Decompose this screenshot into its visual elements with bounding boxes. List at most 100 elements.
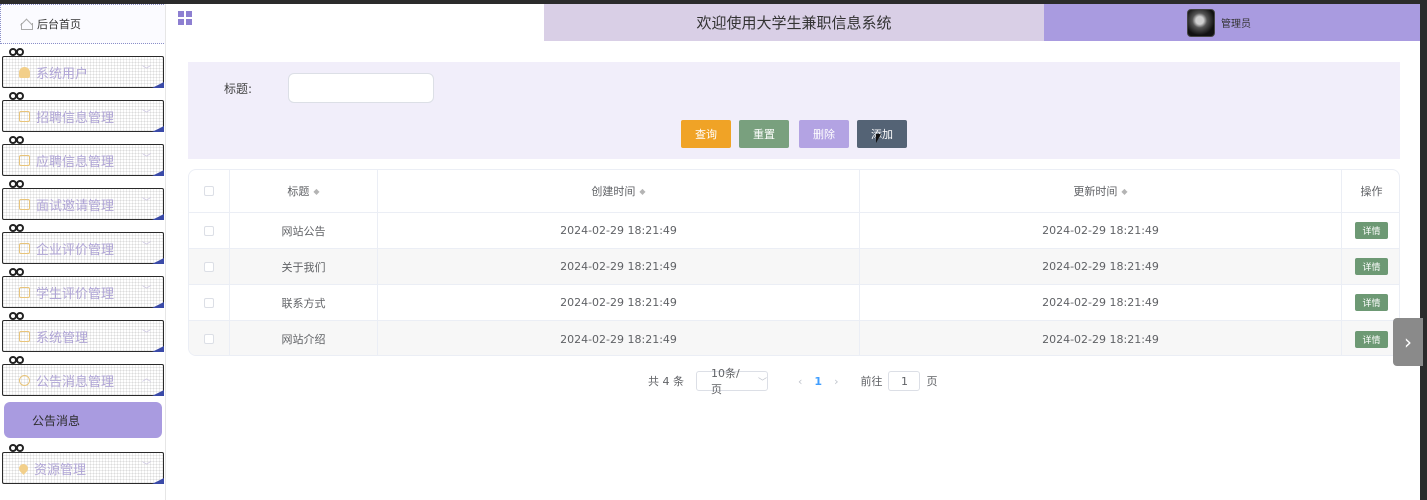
- table-row: 网站公告 2024-02-29 18:21:49 2024-02-29 18:2…: [189, 213, 1399, 249]
- avatar: [1187, 8, 1215, 37]
- query-button[interactable]: 查询: [681, 120, 731, 148]
- sidebar-item-system-users[interactable]: 系统用户 ﹀: [0, 48, 165, 92]
- sidebar-item-student-reviews[interactable]: 学生评价管理 ﹀: [0, 268, 165, 312]
- column-header-label: 更新时间: [1073, 185, 1118, 198]
- sidebar-item-recruitment[interactable]: 招聘信息管理 ﹀: [0, 92, 165, 136]
- chevron-down-icon: ﹀: [141, 242, 151, 252]
- select-all-checkbox[interactable]: [204, 186, 214, 196]
- search-panel: 标题: 查询 重置 删除 添加: [188, 62, 1400, 159]
- cell-updated: 2024-02-29 18:21:49: [860, 285, 1342, 320]
- column-header-actions: 操作: [1360, 185, 1383, 198]
- document-icon: [19, 154, 30, 166]
- table-row: 联系方式 2024-02-29 18:21:49 2024-02-29 18:2…: [189, 285, 1399, 321]
- sidebar-item-label: 公告消息管理: [36, 374, 115, 390]
- sort-icon: ◆: [639, 186, 646, 196]
- row-checkbox[interactable]: [204, 334, 214, 344]
- sidebar-item-announcements[interactable]: 公告消息管理 ︿: [0, 356, 165, 400]
- table-header-row: 标题 ◆ 创建时间 ◆ 更新时间 ◆ 操作: [189, 170, 1399, 213]
- menu-toggle-button[interactable]: [167, 4, 544, 41]
- chevron-down-icon: ﹀: [141, 330, 151, 340]
- sidebar-item-applications[interactable]: 应聘信息管理 ﹀: [0, 136, 165, 180]
- reset-button[interactable]: 重置: [739, 120, 789, 148]
- chevron-up-icon: ︿: [141, 374, 151, 384]
- sidebar-item-company-reviews[interactable]: 企业评价管理 ﹀: [0, 224, 165, 268]
- pagination: 共 4 条 10条/页 ﹀ ‹ 1 › 前往 1 页: [648, 367, 938, 396]
- grid-icon: [178, 11, 184, 17]
- row-checkbox[interactable]: [204, 297, 214, 308]
- table-row: 网站介绍 2024-02-29 18:21:49 2024-02-29 18:2…: [189, 321, 1399, 355]
- title-search-label: 标题:: [224, 82, 253, 96]
- grid-icon-cell: [186, 11, 192, 17]
- document-icon: [19, 286, 30, 298]
- sidebar-item-label: 企业评价管理: [36, 242, 115, 258]
- grid-icon-cell: [186, 19, 192, 25]
- cell-created: 2024-02-29 18:21:49: [378, 213, 860, 248]
- location-icon: [17, 461, 30, 475]
- sidebar-item-resources[interactable]: 资源管理 ﹀: [0, 444, 165, 488]
- detail-button[interactable]: 详情: [1355, 294, 1388, 311]
- next-page-button[interactable]: ›: [834, 375, 838, 388]
- page-unit-label: 页: [926, 375, 938, 388]
- row-checkbox[interactable]: [204, 261, 214, 272]
- column-header-title[interactable]: 标题 ◆: [230, 170, 378, 212]
- chevron-down-icon: ﹀: [141, 462, 151, 472]
- sort-icon: ◆: [1121, 186, 1128, 196]
- pagination-total: 共 4 条: [648, 375, 684, 388]
- delete-button[interactable]: 删除: [799, 120, 849, 148]
- document-icon: [19, 110, 30, 122]
- sidebar-item-system-management[interactable]: 系统管理 ﹀: [0, 312, 165, 356]
- sidebar-item-label: 招聘信息管理: [36, 110, 115, 126]
- announcement-table: 标题 ◆ 创建时间 ◆ 更新时间 ◆ 操作 网站公告 2024-02-29 18:21…: [188, 169, 1400, 356]
- checklist-icon: [19, 330, 30, 342]
- sidebar-home-label: 后台首页: [37, 18, 81, 31]
- column-header-label: 创建时间: [591, 185, 636, 198]
- sort-icon: ◆: [313, 186, 320, 196]
- chevron-down-icon: ﹀: [141, 154, 151, 164]
- sidebar-item-label: 应聘信息管理: [36, 154, 115, 170]
- sidebar-subitem-announcement-messages[interactable]: 公告消息: [4, 402, 162, 438]
- sidebar-item-label: 学生评价管理: [36, 286, 115, 302]
- page-number-current[interactable]: 1: [814, 375, 822, 388]
- cell-updated: 2024-02-29 18:21:49: [860, 321, 1342, 355]
- chevron-right-icon[interactable]: ›: [1393, 318, 1423, 366]
- table-row: 关于我们 2024-02-29 18:21:49 2024-02-29 18:2…: [189, 249, 1399, 285]
- home-icon: [21, 19, 33, 30]
- row-checkbox[interactable]: [204, 225, 214, 236]
- detail-button[interactable]: 详情: [1355, 222, 1388, 239]
- sidebar-item-interviews[interactable]: 面试邀请管理 ﹀: [0, 180, 165, 224]
- goto-page-input[interactable]: 1: [888, 371, 921, 391]
- cell-created: 2024-02-29 18:21:49: [378, 285, 860, 320]
- mouse-cursor-icon: [876, 134, 881, 143]
- column-header-updated[interactable]: 更新时间 ◆: [860, 170, 1342, 212]
- column-header-label: 标题: [287, 185, 310, 198]
- username: 管理员: [1221, 19, 1251, 30]
- cell-title: 网站公告: [230, 213, 378, 248]
- sidebar-subitem-label: 公告消息: [32, 413, 81, 428]
- app-window: 后台首页 系统用户 ﹀ 招聘信息管理 ﹀ 应聘信息管理 ﹀ 面试邀请管理 ﹀ 企业评价管…: [0, 4, 1423, 500]
- chevron-down-icon: ﹀: [757, 377, 767, 388]
- goto-label: 前往: [860, 375, 883, 388]
- detail-button[interactable]: 详情: [1355, 258, 1388, 275]
- page-size-value: 10条/页: [711, 367, 740, 396]
- sidebar-item-label: 系统用户: [36, 66, 89, 82]
- document-icon: [19, 242, 30, 254]
- cell-created: 2024-02-29 18:21:49: [378, 249, 860, 284]
- sidebar: 后台首页 系统用户 ﹀ 招聘信息管理 ﹀ 应聘信息管理 ﹀ 面试邀请管理 ﹀ 企业评价管…: [0, 4, 166, 500]
- column-header-created[interactable]: 创建时间 ◆: [378, 170, 860, 212]
- detail-button[interactable]: 详情: [1355, 330, 1388, 348]
- cell-updated: 2024-02-29 18:21:49: [860, 213, 1342, 248]
- chevron-down-icon: ﹀: [141, 66, 151, 76]
- user-menu[interactable]: 管理员: [1044, 4, 1420, 41]
- add-button[interactable]: 添加: [857, 120, 907, 148]
- title-search-input[interactable]: [288, 73, 434, 103]
- sidebar-item-home[interactable]: 后台首页: [0, 4, 165, 44]
- cell-created: 2024-02-29 18:21:49: [378, 321, 860, 355]
- cell-title: 网站介绍: [230, 321, 378, 355]
- prev-page-button[interactable]: ‹: [798, 375, 802, 388]
- chevron-down-icon: ﹀: [141, 198, 151, 208]
- page-size-select[interactable]: 10条/页 ﹀: [696, 367, 768, 396]
- chevron-down-icon: ﹀: [141, 286, 151, 296]
- sidebar-item-label: 面试邀请管理: [36, 198, 115, 214]
- document-icon: [19, 198, 30, 210]
- system-title: 欢迎使用大学生兼职信息系统: [544, 4, 1044, 41]
